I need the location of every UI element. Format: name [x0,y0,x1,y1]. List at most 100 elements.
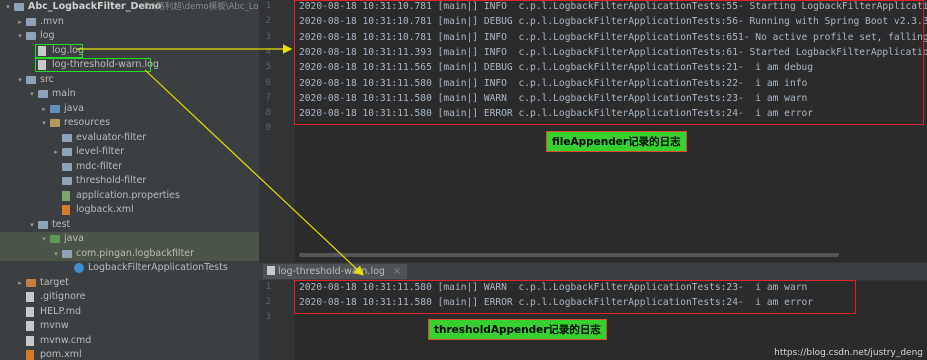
tree-item[interactable]: mvnw [0,319,259,334]
line-number: 3 [265,31,271,42]
folder-icon [26,278,36,287]
line-number: 4 [265,46,271,57]
folder-icon [50,104,60,113]
tree-item[interactable]: logback.xml [0,203,259,218]
line-number: 7 [265,92,271,103]
tree-item-label: test [52,218,71,230]
folder-icon [14,3,24,11]
folder-icon [50,235,60,243]
chevron-right-icon[interactable]: ▸ [16,276,24,291]
tree-item[interactable]: .gitignore [0,290,259,305]
tree-item-label: Abc_LogbackFilter_Demo [28,1,162,12]
tree-item[interactable]: ▾ Abc_LogbackFilter_Demo D:\路利超\demo模板\Abc… [0,0,259,15]
tree-item[interactable]: ▾ log [0,29,259,44]
tree-item-label: LogbackFilterApplicationTests [88,262,228,273]
tree-item[interactable]: log-threshold-warn.log [0,58,259,73]
line-number: 8 [265,108,271,119]
watermark: https://blog.csdn.net/justry_deng [774,348,923,358]
tree-item[interactable]: pom.xml [0,348,259,360]
chevron-down-icon[interactable]: ▾ [52,247,60,262]
chevron-down-icon[interactable]: ▾ [28,218,36,233]
chevron-down-icon[interactable]: ▾ [28,87,36,102]
tree-item[interactable]: log.log [0,43,259,59]
chevron-down-icon[interactable]: ▾ [40,232,48,247]
tree-item-label: main [52,88,76,99]
file-appender-box [294,0,924,125]
threshold-appender-box [294,280,856,314]
tree-item[interactable]: evaluator-filter [0,131,259,146]
properties-file-icon [62,190,70,201]
chevron-right-icon[interactable]: ▸ [40,102,48,117]
tree-item-label: pom.xml [40,349,82,360]
chevron-down-icon[interactable]: ▾ [40,116,48,131]
tree-item[interactable]: ▸ .mvn [0,15,259,30]
tree-item[interactable]: ▾ java [0,232,259,247]
tree-item-label: .mvn [40,15,64,27]
folder-icon [62,133,72,142]
tree-item[interactable]: threshold-filter [0,174,259,189]
tree-item[interactable]: ▾ src [0,73,259,88]
tree-item[interactable]: ▸ java [0,102,259,117]
tree-item[interactable]: ▾ com.pingan.logbackfilter [0,246,259,262]
line-number: 5 [265,62,271,73]
tree-item-label: level-filter [76,146,125,157]
folder-icon [26,17,36,26]
chevron-right-icon[interactable]: ▸ [52,145,60,160]
folder-icon [62,177,72,185]
horizontal-scrollbar[interactable] [299,253,839,257]
tree-item[interactable]: mvnw.cmd [0,334,259,349]
tree-item-label: evaluator-filter [76,131,147,143]
tree-item[interactable]: ▾ test [0,218,259,233]
tree-item[interactable]: mdc-filter [0,160,259,175]
line-number: 2 [265,16,271,27]
line-number: 3 [265,312,271,322]
class-icon [74,263,84,273]
close-icon[interactable]: × [393,266,401,277]
tree-item-label: java [64,102,84,114]
project-path: D:\路利超\demo模板\Abc_Lo [144,2,259,12]
folder-icon [26,75,36,84]
chevron-right-icon[interactable]: ▸ [16,15,24,30]
editor-area: 1 2020-08-18 10:31:10.781 [main|] INFO c.… [259,0,927,360]
tree-item[interactable]: application.properties [0,189,259,204]
tree-item-label: target [40,276,69,288]
project-tree: ▾ Abc_LogbackFilter_Demo D:\路利超\demo模板\Abc… [0,0,259,360]
tree-item-label: threshold-filter [76,175,147,186]
tree-item-label: mvnw [40,320,69,331]
tree-item[interactable]: ▾ resources [0,116,259,131]
tree-item-label: .gitignore [40,291,86,302]
line-number: 1 [265,282,271,292]
file-icon [267,266,275,275]
tab-log-threshold-warn[interactable]: log-threshold-warn.log × [263,264,407,279]
tree-item-label: mdc-filter [76,160,123,172]
file-appender-caption: fileAppender记录的日志 [546,131,687,152]
folder-icon [50,119,60,127]
line-number: 1 [265,1,271,11]
folder-icon [26,32,36,40]
chevron-down-icon[interactable]: ▾ [4,0,12,15]
tree-item[interactable]: LogbackFilterApplicationTests [0,261,259,276]
chevron-down-icon[interactable]: ▾ [16,29,24,44]
folder-icon [62,148,72,156]
tree-item-label: resources [64,117,111,128]
line-number: 9 [265,123,271,134]
tree-item[interactable]: ▸ level-filter [0,145,259,160]
tree-item[interactable]: HELP.md [0,305,259,320]
highlight-box [35,43,83,58]
tree-item-label: mvnw.cmd [40,334,92,346]
file-icon [26,292,34,302]
tree-item[interactable]: ▾ main [0,87,259,102]
tree-item-label: HELP.md [40,305,81,317]
tree-item-label: java [64,233,84,244]
tree-item-label: log [40,30,55,41]
line-number: 2 [265,297,271,307]
xml-file-icon [62,205,70,215]
folder-icon [38,90,48,98]
file-icon [26,306,34,317]
tree-item-label: application.properties [76,189,180,201]
chevron-down-icon[interactable]: ▾ [16,73,24,88]
tab-label: log-threshold-warn.log [278,266,385,277]
tree-item-label: com.pingan.logbackfilter [76,247,195,259]
tree-item[interactable]: ▸ target [0,276,259,291]
file-icon [26,321,34,331]
